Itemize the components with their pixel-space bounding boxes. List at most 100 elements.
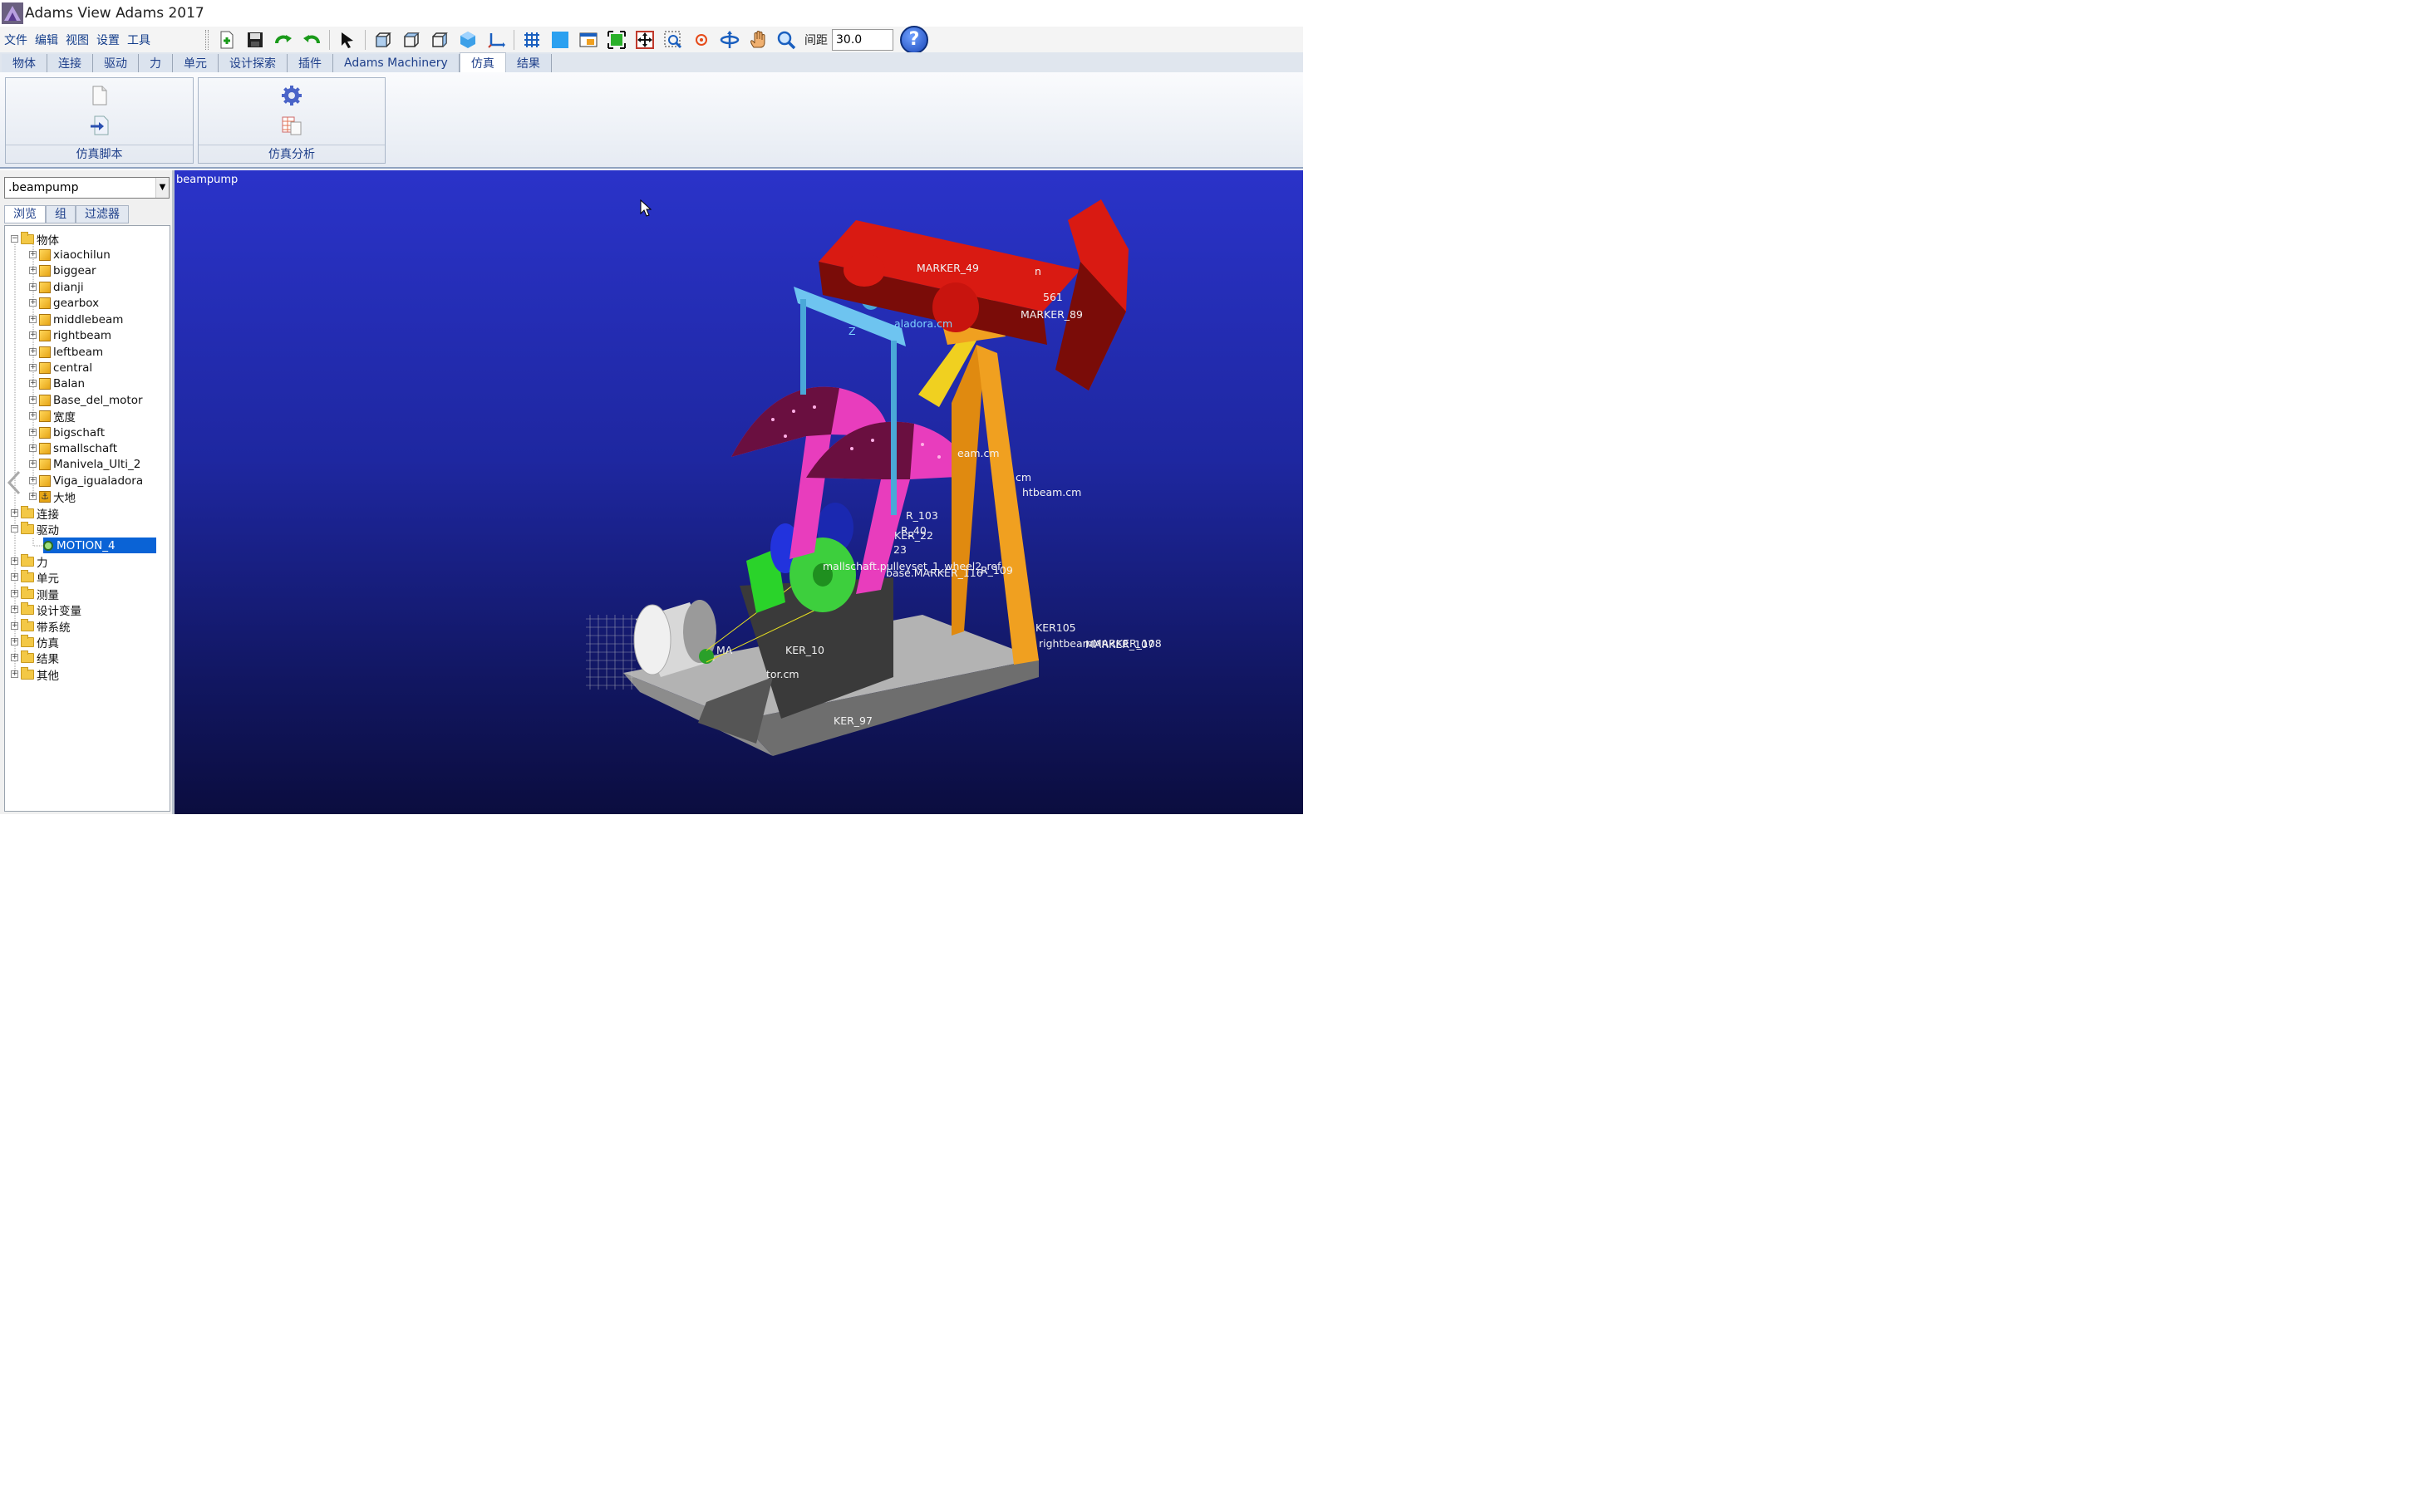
tree-folder-connectors[interactable]: + 连接 [11,505,72,522]
tree-part-gearbox[interactable]: + gearbox [29,295,112,311]
tree-part-width[interactable]: + 宽度 [29,408,89,425]
toolbar-grip[interactable] [205,29,209,50]
expand-icon[interactable]: + [11,590,18,597]
center-button[interactable] [688,28,715,52]
expand-icon[interactable]: + [29,299,37,307]
spacing-input[interactable] [832,28,893,51]
redo-button[interactable] [270,28,297,52]
tree-folder-motions[interactable]: − 驱动 [11,521,72,538]
tab-plugins[interactable]: 插件 [288,54,333,72]
marker-label[interactable]: R_109 [981,564,1013,577]
tree-part-rightbeam[interactable]: + rightbeam [29,327,125,343]
tab-connectors[interactable]: 连接 [47,54,93,72]
model-select[interactable]: .beampump ▼ [4,177,170,199]
tree-part-smallschaft[interactable]: + smallschaft [29,440,130,456]
marker-label[interactable]: 561 [1043,291,1063,303]
marker-label[interactable]: KER_10 [785,644,824,656]
expand-icon[interactable]: + [29,316,37,323]
collapse-icon[interactable]: − [11,525,18,533]
tab-forces[interactable]: 力 [139,54,173,72]
marker-label[interactable]: n [1035,265,1041,277]
import-script-icon[interactable] [89,115,111,136]
tab-adams-machinery[interactable]: Adams Machinery [333,54,460,72]
tree-part-central[interactable]: + central [29,360,106,376]
tree-folder-measures[interactable]: + 测量 [11,586,72,602]
tree-folder-other[interactable]: + 其他 [11,666,72,683]
expand-icon[interactable]: + [29,429,37,436]
tree-folder-elements[interactable]: + 单元 [11,569,72,586]
fit-all-button[interactable] [632,28,658,52]
expand-icon[interactable]: + [29,283,37,291]
tab-filters[interactable]: 过滤器 [76,205,129,223]
marker-label[interactable]: 23 [893,543,907,556]
chevron-left-icon[interactable] [7,470,23,495]
expand-icon[interactable]: + [29,251,37,258]
tab-bodies[interactable]: 物体 [2,54,47,72]
zoom-button[interactable] [773,28,799,52]
marker-label[interactable]: cm [1016,471,1031,484]
expand-icon[interactable]: + [29,331,37,339]
menu-edit[interactable]: 编辑 [35,32,58,48]
marker-label[interactable]: htbeam.cm [1022,486,1081,498]
render-wireframe-button[interactable] [519,28,545,52]
save-button[interactable] [242,28,268,52]
tree-folder-design-variables[interactable]: + 设计变量 [11,601,95,618]
tree-folder-forces[interactable]: + 力 [11,553,61,570]
view-side-button[interactable] [426,28,453,52]
new-model-button[interactable] [214,28,240,52]
menu-view[interactable]: 视图 [66,32,89,48]
marker-label[interactable]: tor.cm [766,668,799,680]
marker-label[interactable]: MA [716,644,732,656]
expand-icon[interactable]: + [11,638,18,646]
tab-results[interactable]: 结果 [505,54,552,72]
tree-part-base-del-motor[interactable]: + Base_del_motor [29,392,156,408]
marker-label[interactable]: KER_97 [834,714,873,727]
zoom-box-button[interactable] [660,28,686,52]
marker-label[interactable]: Z [848,325,856,337]
expand-icon[interactable]: + [11,670,18,678]
expand-icon[interactable]: + [29,396,37,404]
pump-jack-model[interactable] [175,170,1303,814]
marker-label[interactable]: aladora.cm [894,317,952,330]
expand-icon[interactable]: + [29,460,37,468]
tree-part-balan[interactable]: + Balan [29,376,98,391]
menu-tools[interactable]: 工具 [127,32,150,48]
marker-label[interactable]: MARKER_49 [917,262,979,274]
tree-part-ground[interactable]: + ⚓ 大地 [29,488,89,505]
undo-button[interactable] [298,28,325,52]
tree-part-leftbeam[interactable]: + leftbeam [29,344,116,360]
tree-part-viga-igualadora[interactable]: + Viga_igualadora [29,473,156,488]
tab-simulation[interactable]: 仿真 [459,52,506,72]
pan-button[interactable] [745,28,771,52]
marker-label[interactable]: MARKER_89 [1021,308,1083,321]
tab-motions[interactable]: 驱动 [93,54,139,72]
chevron-down-icon[interactable]: ▼ [155,178,169,198]
tree-part-manivela-ulti-2[interactable]: + Manivela_Ulti_2 [29,456,154,472]
tab-groups[interactable]: 组 [46,205,76,223]
view-top-button[interactable] [398,28,425,52]
expand-icon[interactable]: + [29,380,37,387]
expand-icon[interactable]: + [29,267,37,274]
marker-label[interactable]: KER105 [1035,621,1076,634]
tree-part-bigschaft[interactable]: + bigschaft [29,425,118,440]
expand-icon[interactable]: + [29,493,37,500]
expand-icon[interactable]: + [29,477,37,484]
rotate-button[interactable] [716,28,743,52]
render-shaded-button[interactable] [547,28,573,52]
select-button[interactable] [334,28,361,52]
menu-file[interactable]: 文件 [4,32,27,48]
expand-icon[interactable]: + [29,364,37,371]
tree-item-motion-4[interactable]: MOTION_4 [43,538,156,553]
tree-part-middlebeam[interactable]: + middlebeam [29,312,136,327]
marker-label[interactable]: eam.cm [957,447,1000,459]
help-button[interactable]: ? [900,25,928,54]
marker-label[interactable]: MARKER_107 [1085,638,1154,650]
menu-settings[interactable]: 设置 [96,32,120,48]
script-page-icon[interactable] [89,85,111,106]
tree-folder-simulations[interactable]: + 仿真 [11,634,72,650]
tab-design-exploration[interactable]: 设计探索 [219,54,288,72]
toggle-icons-button[interactable] [575,28,602,52]
expand-icon[interactable]: + [11,606,18,613]
view-iso-button[interactable] [455,28,481,52]
view-front-button[interactable] [370,28,396,52]
